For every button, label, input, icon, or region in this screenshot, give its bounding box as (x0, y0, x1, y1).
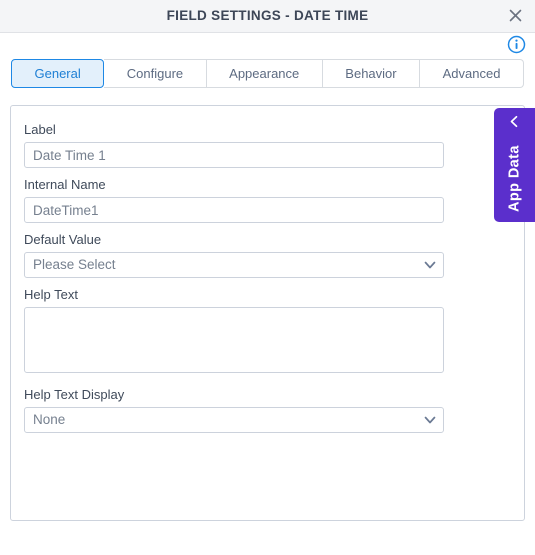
label-field-label: Label (24, 122, 56, 137)
label-input[interactable] (24, 142, 444, 168)
tab-advanced[interactable]: Advanced (420, 59, 524, 88)
help-text-field-label: Help Text (24, 287, 78, 302)
default-value-field-label: Default Value (24, 232, 102, 247)
app-data-chevron (494, 115, 535, 133)
help-text-textarea[interactable] (24, 307, 444, 373)
window-title-bar: FIELD SETTINGS - DATE TIME (0, 0, 535, 33)
close-button[interactable] (502, 4, 528, 30)
window-title: FIELD SETTINGS - DATE TIME (166, 8, 369, 23)
help-text-display-select[interactable]: None (24, 407, 444, 433)
app-data-panel-toggle[interactable]: App Data (494, 108, 535, 222)
info-button[interactable] (507, 35, 526, 54)
field-settings-form: Label Internal Name Default Value Please… (11, 106, 524, 433)
settings-tab-bar: General Configure Appearance Behavior Ad… (11, 59, 524, 88)
label-field-group: Label (24, 120, 524, 168)
help-text-display-select-wrapper: None (24, 407, 444, 433)
chevron-left-icon (510, 115, 518, 128)
general-settings-panel: Label Internal Name Default Value Please… (10, 105, 525, 521)
tab-general[interactable]: General (11, 59, 105, 88)
app-data-label: App Data (506, 145, 523, 213)
tab-appearance[interactable]: Appearance (206, 59, 323, 88)
tab-behavior[interactable]: Behavior (322, 59, 421, 88)
help-text-field-group: Help Text (24, 285, 524, 378)
default-value-field-group: Default Value Please Select (24, 230, 524, 278)
internal-name-field-label: Internal Name (24, 177, 106, 192)
default-value-select[interactable]: Please Select (24, 252, 444, 278)
internal-name-input[interactable] (24, 197, 444, 223)
close-icon (509, 9, 521, 22)
help-text-display-field-label: Help Text Display (24, 387, 125, 402)
help-text-display-field-group: Help Text Display None (24, 385, 524, 433)
info-icon (507, 35, 526, 54)
internal-name-field-group: Internal Name (24, 175, 524, 223)
default-value-select-wrapper: Please Select (24, 252, 444, 278)
tab-configure[interactable]: Configure (104, 59, 207, 88)
